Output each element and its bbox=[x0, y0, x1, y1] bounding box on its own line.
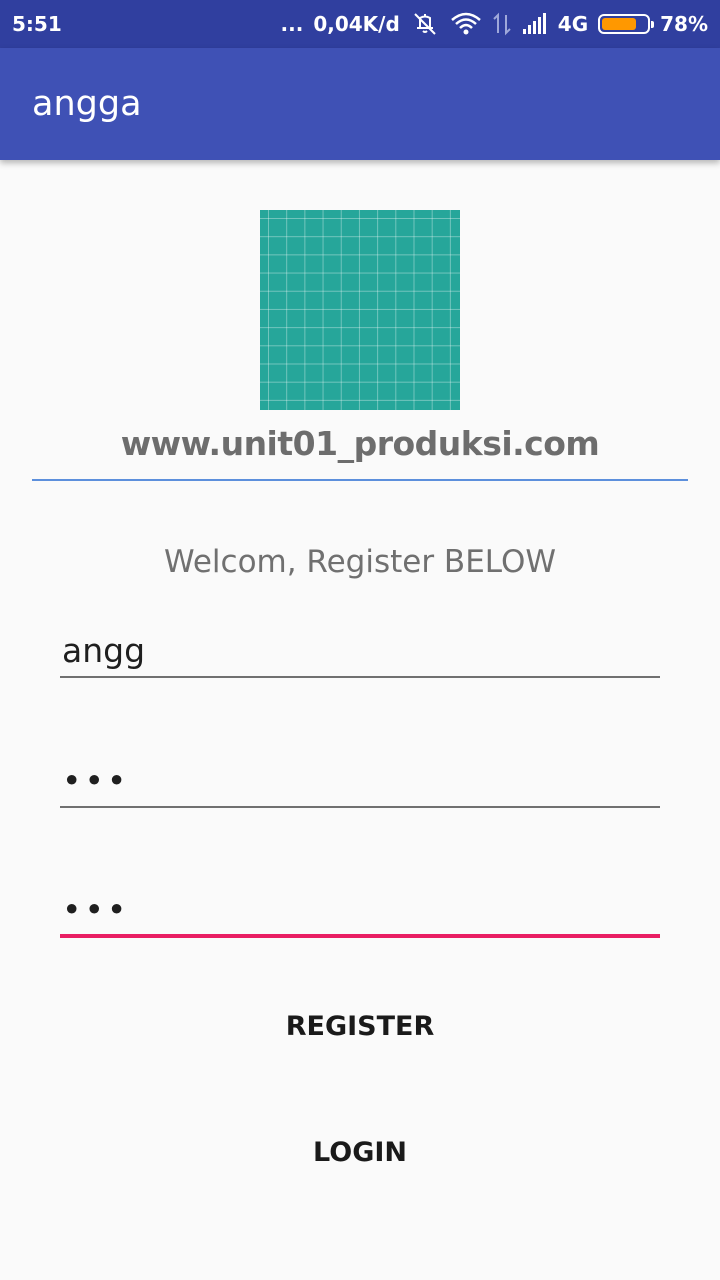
password-field[interactable] bbox=[60, 754, 660, 808]
battery-percent: 78% bbox=[660, 12, 708, 36]
confirm-password-field[interactable] bbox=[60, 884, 660, 938]
app-title: angga bbox=[32, 84, 142, 124]
network-type: 4G bbox=[557, 12, 589, 36]
register-button[interactable]: REGISTER bbox=[60, 981, 660, 1071]
site-url: www.unit01_produksi.com bbox=[120, 424, 600, 463]
status-indicators: ... 0,04K/d 4G 78% bbox=[281, 11, 708, 37]
divider bbox=[32, 479, 688, 481]
battery-icon bbox=[598, 14, 655, 34]
app-bar: angga bbox=[0, 48, 720, 160]
net-speed: 0,04K/d bbox=[313, 12, 400, 36]
wifi-icon bbox=[450, 11, 482, 37]
login-button[interactable]: LOGIN bbox=[60, 1107, 660, 1197]
signal-icon bbox=[522, 13, 548, 35]
logo-image bbox=[260, 210, 460, 410]
status-time: 5:51 bbox=[12, 12, 62, 36]
status-bar: 5:51 ... 0,04K/d 4G 78% bbox=[0, 0, 720, 48]
vibrate-off-icon bbox=[410, 11, 440, 37]
more-notifications-indicator: ... bbox=[280, 12, 304, 36]
data-arrows-icon bbox=[492, 11, 512, 37]
username-field[interactable] bbox=[60, 624, 660, 678]
welcome-text: Welcom, Register BELOW bbox=[164, 544, 556, 580]
